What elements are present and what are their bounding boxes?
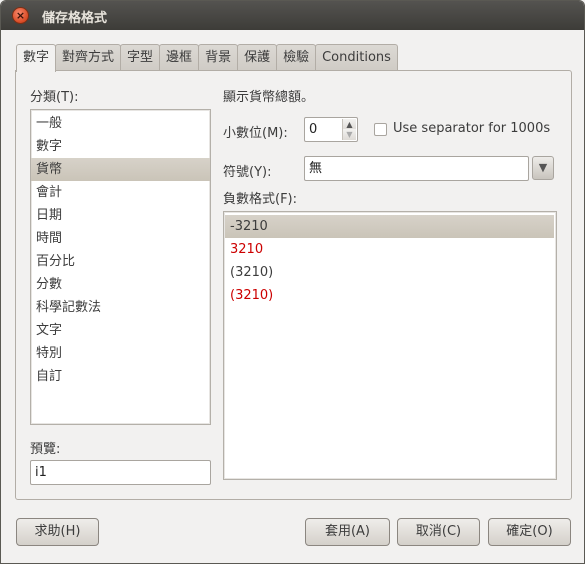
list-item[interactable]: 3210 <box>225 238 554 261</box>
list-item[interactable]: 貨幣 <box>31 158 210 181</box>
tab-bar: 數字 對齊方式 字型 邊框 背景 保護 檢驗 Conditions <box>16 44 398 72</box>
tab-protection[interactable]: 保護 <box>237 44 278 71</box>
preview-field: i1 <box>30 460 211 485</box>
tab-alignment[interactable]: 對齊方式 <box>55 44 122 71</box>
list-item[interactable]: 百分比 <box>31 250 210 273</box>
list-item[interactable]: 分數 <box>31 273 210 296</box>
list-item[interactable]: 文字 <box>31 319 210 342</box>
tab-borders[interactable]: 邊框 <box>159 44 200 71</box>
category-label: 分類(T): <box>30 90 79 105</box>
title-bar: × 儲存格格式 <box>1 1 584 30</box>
category-list[interactable]: 一般 數字 貨幣 會計 日期 時間 百分比 分數 科學記數法 文字 特別 自訂 <box>30 109 211 425</box>
list-item[interactable]: 自訂 <box>31 365 210 388</box>
ok-button[interactable]: 確定(O) <box>488 518 571 546</box>
tab-conditions[interactable]: Conditions <box>315 44 398 71</box>
format-description: 顯示貨幣總額。 <box>223 90 315 105</box>
tab-font[interactable]: 字型 <box>120 44 161 71</box>
list-item[interactable]: 時間 <box>31 227 210 250</box>
apply-button[interactable]: 套用(A) <box>305 518 390 546</box>
list-item[interactable]: (3210) <box>225 284 554 307</box>
list-item[interactable]: (3210) <box>225 261 554 284</box>
decimal-places-label: 小數位(M): <box>223 126 288 141</box>
tab-number[interactable]: 數字 <box>16 44 57 72</box>
decimal-places-value: 0 <box>309 122 318 137</box>
negative-format-label: 負數格式(F): <box>223 192 298 207</box>
list-item[interactable]: 數字 <box>31 135 210 158</box>
list-item[interactable]: 日期 <box>31 204 210 227</box>
decimal-places-stepper[interactable]: 0 ▲ ▼ <box>304 117 358 142</box>
help-button[interactable]: 求助(H) <box>16 518 99 546</box>
tab-background[interactable]: 背景 <box>198 44 239 71</box>
decrement-icon[interactable]: ▼ <box>342 129 356 140</box>
list-item[interactable]: 會計 <box>31 181 210 204</box>
close-icon[interactable]: × <box>12 7 29 24</box>
preview-label: 預覽: <box>30 442 61 457</box>
symbol-combo-field[interactable]: 無 <box>304 156 529 181</box>
symbol-label: 符號(Y): <box>223 165 272 180</box>
thousands-separator-checkbox[interactable] <box>374 123 387 136</box>
list-item[interactable]: -3210 <box>225 215 554 238</box>
window-title: 儲存格格式 <box>42 11 108 26</box>
list-item[interactable]: 一般 <box>31 112 210 135</box>
negative-format-list[interactable]: -3210 3210 (3210) (3210) <box>223 211 557 480</box>
thousands-separator-label[interactable]: Use separator for 1000s <box>393 121 550 136</box>
chevron-down-icon[interactable]: ▼ <box>532 156 554 180</box>
cancel-button[interactable]: 取消(C) <box>397 518 480 546</box>
format-cells-dialog: × 儲存格格式 數字 對齊方式 字型 邊框 背景 保護 檢驗 Condition… <box>0 0 585 564</box>
list-item[interactable]: 特別 <box>31 342 210 365</box>
tab-validation[interactable]: 檢驗 <box>276 44 317 71</box>
list-item[interactable]: 科學記數法 <box>31 296 210 319</box>
